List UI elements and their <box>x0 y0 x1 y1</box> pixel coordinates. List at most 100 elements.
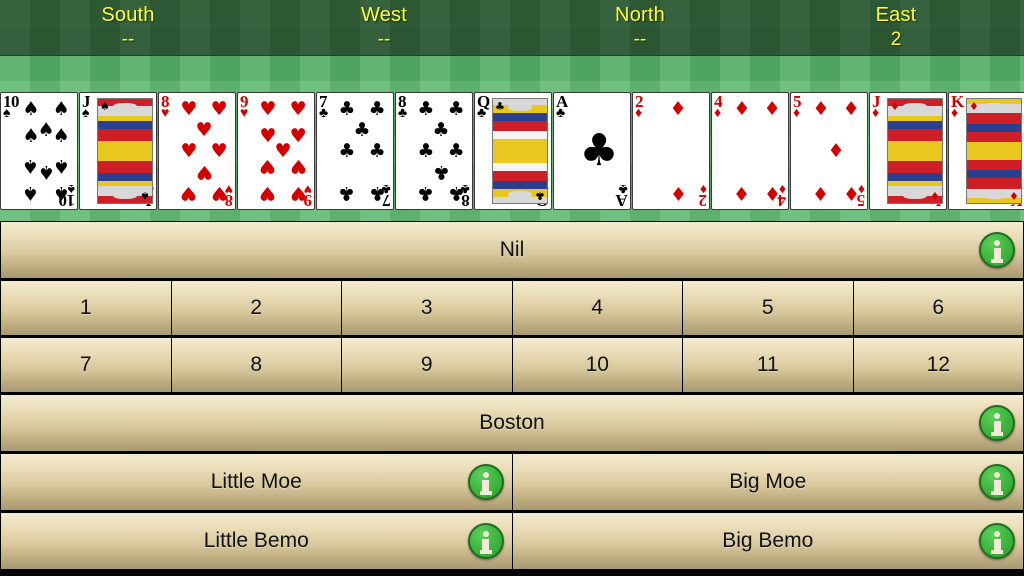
card-pips: ♣ <box>579 125 619 176</box>
info-icon[interactable] <box>979 232 1015 268</box>
bid-number-12-button[interactable]: 12 <box>853 337 1024 393</box>
bid-numbers-row-1: 1 2 3 4 5 6 <box>0 280 1024 337</box>
card-pips: ♣ ♣ ♣ ♣ ♣ ♣ ♣ <box>338 98 386 204</box>
card-8-clubs[interactable]: 8 ♣ 8 ♣ ♣ ♣ ♣ ♣ ♣ ♣ ♣ ♣ <box>395 92 473 210</box>
card-5-diamonds[interactable]: 5 ♦ 5 ♦ ♦ ♦ ♦ ♦ ♦ <box>790 92 868 210</box>
bid-number-10-button[interactable]: 10 <box>512 337 683 393</box>
bid-big-bemo-button[interactable]: Big Bemo <box>512 512 1024 570</box>
bid-boston-button[interactable]: Boston <box>0 394 1024 452</box>
card-A-clubs[interactable]: A ♣ A ♣ ♣ <box>553 92 631 210</box>
card-2-diamonds[interactable]: 2 ♦ 2 ♦ ♦ ♦ <box>632 92 710 210</box>
bid-big-bemo-label: Big Bemo <box>722 529 814 552</box>
court-card-art: ♦ ♦ <box>966 98 1022 204</box>
card-corner-index: J♦ <box>872 92 881 121</box>
boston-row: Boston <box>0 394 1024 453</box>
bid-number-label: 3 <box>420 296 433 319</box>
card-corner-index: 7 ♣ <box>319 92 328 121</box>
seat-south-name: South <box>101 4 155 26</box>
seat-south: South -- <box>0 0 256 55</box>
seat-north: North -- <box>512 0 768 55</box>
card-corner-index: 5 ♦ <box>793 92 802 121</box>
info-icon[interactable] <box>467 464 504 500</box>
bid-number-label: 12 <box>926 353 950 376</box>
seat-west-name: West <box>361 4 407 26</box>
seat-west: West -- <box>256 0 512 55</box>
bid-big-moe-button[interactable]: Big Moe <box>512 453 1024 511</box>
moe-row: Little Moe Big Moe <box>0 453 1024 512</box>
info-icon[interactable] <box>979 523 1015 559</box>
card-4-diamonds[interactable]: 4 ♦ 4 ♦ ♦ ♦ ♦ ♦ <box>711 92 789 210</box>
card-10-spades[interactable]: 10 ♠ 10 ♠ ♠ ♠ ♠ ♠ ♠ ♠ ♠ ♠ ♠ ♠ <box>0 92 78 210</box>
bid-number-4-button[interactable]: 4 <box>512 280 683 336</box>
bemo-row: Little Bemo Big Bemo <box>0 512 1024 571</box>
bid-number-2-button[interactable]: 2 <box>171 280 342 336</box>
card-J-diamonds[interactable]: J♦J♦♦♦ <box>869 92 947 210</box>
scoreboard-header: South -- West -- North -- East 2 <box>0 0 1024 56</box>
bid-number-label: 6 <box>932 296 945 319</box>
bid-number-label: 1 <box>79 296 92 319</box>
bid-number-6-button[interactable]: 6 <box>853 280 1024 336</box>
bid-little-moe-button[interactable]: Little Moe <box>0 453 513 511</box>
bid-panel: Nil 123456 7 8 9 10 11 12 Boston Little Moe <box>0 221 1024 576</box>
card-game-bidding-screen: South -- West -- North -- East 2 10 ♠ 10 ♠ ♠… <box>0 0 1024 576</box>
card-K-diamonds[interactable]: K♦K♦♦♦ <box>948 92 1024 210</box>
bid-number-label: 9 <box>420 353 433 376</box>
bid-little-bemo-button[interactable]: Little Bemo <box>0 512 513 570</box>
bid-numbers-row-2: 7 8 9 10 11 12 <box>0 337 1024 394</box>
bid-number-label: 10 <box>585 353 609 376</box>
card-9-hearts[interactable]: 9 ♥ 9 ♥ ♥ ♥ ♥ ♥ ♥ ♥ ♥ ♥ ♥ <box>237 92 315 210</box>
seat-west-bid: -- <box>377 29 391 50</box>
info-icon[interactable] <box>979 464 1015 500</box>
table-felt: 10♠10♠♠♠♠♠♠♠♠♠♠♠J♠J♠♠♠8♥8♥♥♥♥♥♥♥♥♥9♥9♥♥♥… <box>0 56 1024 221</box>
bid-number-label: 8 <box>250 353 263 376</box>
bid-number-3-button[interactable]: 3 <box>342 280 513 336</box>
bid-number-label: 2 <box>250 296 263 319</box>
bid-number-11-button[interactable]: 11 <box>683 337 854 393</box>
card-corner-index: 8 ♣ <box>398 92 407 121</box>
bid-number-5-button[interactable]: 5 <box>683 280 854 336</box>
seat-north-bid: -- <box>633 29 647 50</box>
card-corner-index: 10 ♠ <box>3 92 20 121</box>
bid-number-8-button[interactable]: 8 <box>171 337 342 393</box>
bid-number-label: 7 <box>79 353 92 376</box>
card-corner-index: Q♣ <box>477 92 490 121</box>
bid-number-label: 5 <box>761 296 774 319</box>
card-corner-index: 2 ♦ <box>635 92 644 121</box>
bid-boston-label: Boston <box>479 411 545 434</box>
bid-little-bemo-label: Little Bemo <box>203 529 309 552</box>
bid-little-moe-label: Little Moe <box>210 470 302 493</box>
seat-east: East 2 <box>768 0 1024 55</box>
card-corner-index: A ♣ <box>556 92 568 121</box>
seat-south-bid: -- <box>121 29 135 50</box>
card-8-hearts[interactable]: 8 ♥ 8 ♥ ♥ ♥ ♥ ♥ ♥ ♥ ♥ ♥ <box>158 92 236 210</box>
seat-east-name: East <box>875 4 917 26</box>
card-pips: ♦ ♦ ♦ ♦ <box>733 98 781 204</box>
player-hand: 10♠10♠♠♠♠♠♠♠♠♠♠♠J♠J♠♠♠8♥8♥♥♥♥♥♥♥♥♥9♥9♥♥♥… <box>0 92 1024 210</box>
bid-nil-button[interactable]: Nil <box>0 221 1024 279</box>
seat-north-name: North <box>615 4 665 26</box>
card-corner-index: 9 ♥ <box>240 92 249 121</box>
card-pips: ♣ ♣ ♣ ♣ ♣ ♣ ♣ ♣ <box>417 98 465 204</box>
bid-number-1-button[interactable]: 1 <box>0 280 172 336</box>
seat-east-bid: 2 <box>890 29 902 50</box>
bid-number-7-button[interactable]: 7 <box>0 337 172 393</box>
info-icon[interactable] <box>467 523 504 559</box>
court-card-art: ♣ ♣ <box>492 98 548 204</box>
nil-row: Nil <box>0 221 1024 280</box>
card-corner-index: J♠ <box>82 92 91 121</box>
card-corner-index: 4 ♦ <box>714 92 723 121</box>
card-pips: ♥ ♥ ♥ ♥ ♥ ♥ ♥ ♥ <box>180 98 228 204</box>
bid-big-moe-label: Big Moe <box>729 470 807 493</box>
card-J-spades[interactable]: J♠J♠♠♠ <box>79 92 157 210</box>
info-icon[interactable] <box>979 405 1015 441</box>
card-pips: ♦ ♦ ♦ ♦ ♦ <box>812 98 860 204</box>
bid-number-label: 11 <box>756 353 779 376</box>
court-card-art: ♠ ♠ <box>97 98 153 204</box>
card-Q-clubs[interactable]: Q♣Q♣♣♣ <box>474 92 552 210</box>
bid-number-label: 4 <box>591 296 604 319</box>
bid-nil-label: Nil <box>499 238 525 261</box>
card-corner-index: K♦ <box>951 92 964 121</box>
court-card-art: ♦ ♦ <box>887 98 943 204</box>
bid-number-9-button[interactable]: 9 <box>342 337 513 393</box>
card-7-clubs[interactable]: 7 ♣ 7 ♣ ♣ ♣ ♣ ♣ ♣ ♣ ♣ <box>316 92 394 210</box>
